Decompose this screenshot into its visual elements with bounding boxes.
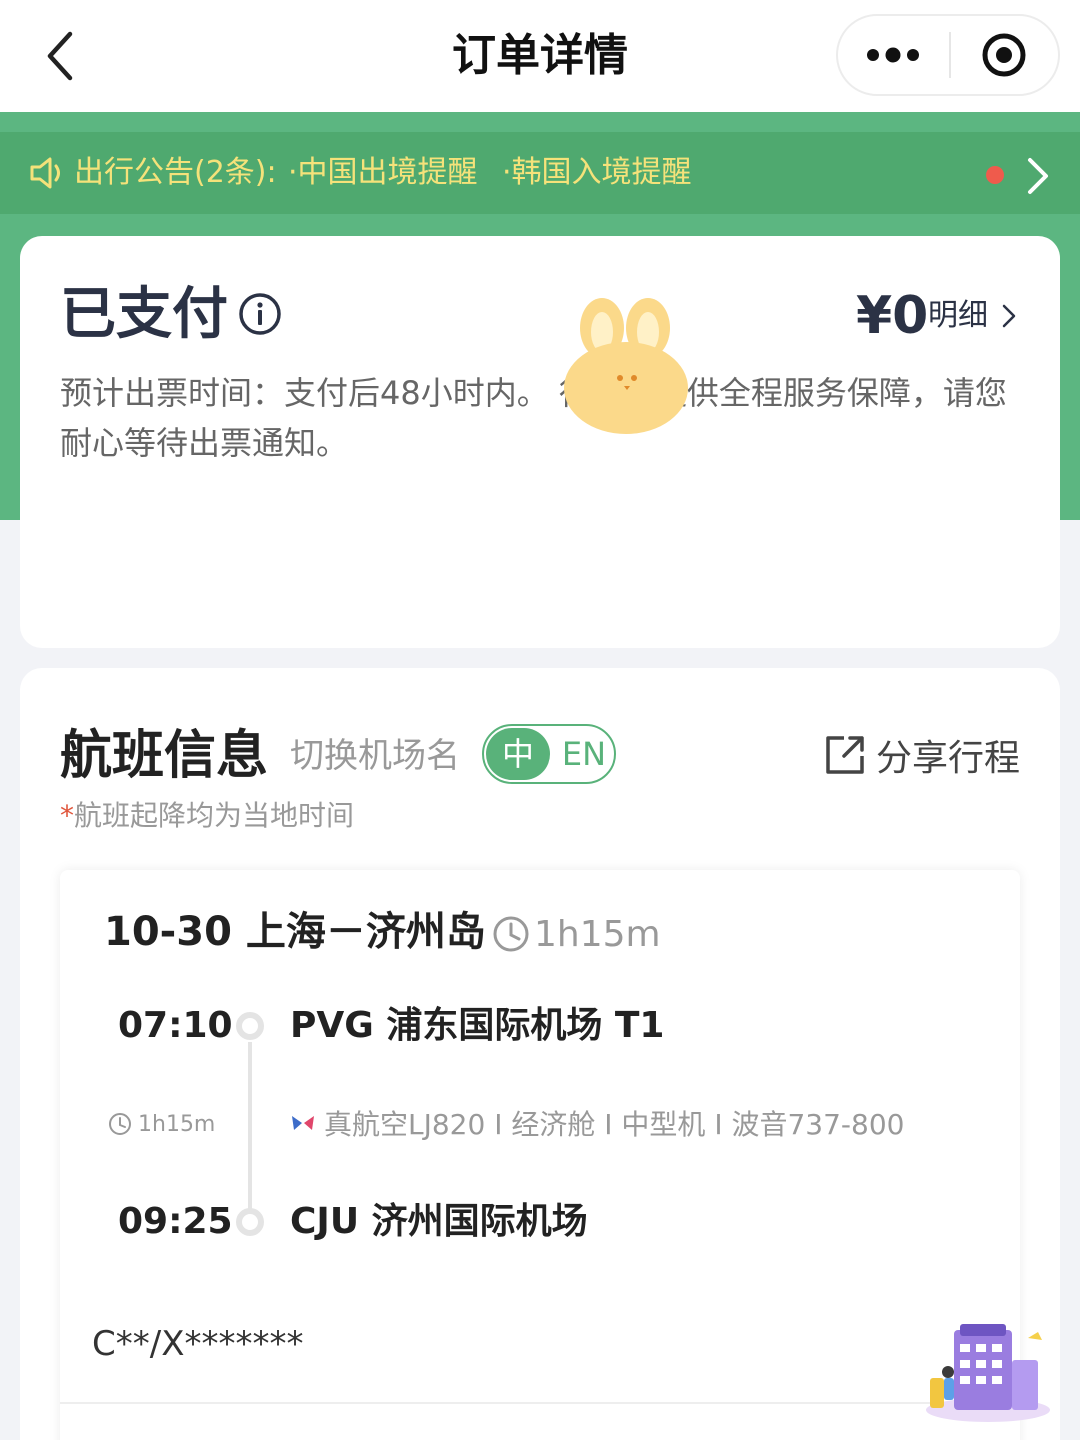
local-time-note: *航班起降均为当地时间: [60, 796, 354, 836]
notice-item-china-exit[interactable]: ·中国出境提醒: [288, 150, 478, 196]
rabbit-sticker-icon: [564, 298, 688, 434]
depart-airport: PVG 浦东国际机场 T1: [290, 1005, 665, 1046]
depart-node: [236, 1012, 264, 1040]
lang-option-zh[interactable]: 中: [486, 728, 550, 780]
timeline-line: [248, 1042, 252, 1212]
chevron-right-icon[interactable]: [998, 300, 1020, 332]
segment-duration-text: 1h15m: [534, 913, 661, 955]
unread-dot: [986, 166, 1004, 184]
order-price: ¥0: [856, 286, 929, 346]
arrive-time: 09:25: [118, 1201, 233, 1242]
navbar: 订单详情: [0, 0, 1080, 112]
airport-language-toggle[interactable]: 中 EN: [482, 724, 616, 784]
clock-icon: [493, 916, 529, 952]
hotel-icon[interactable]: [918, 1320, 1058, 1424]
flight-details-text: 真航空LJ820 I 经济舱 I 中型机 I 波音737-800: [324, 1108, 905, 1141]
mini-program-capsule: [836, 14, 1060, 96]
target-close-icon: [982, 33, 1026, 77]
note-text: 航班起降均为当地时间: [74, 799, 355, 832]
flight-info-card: 航班信息 切换机场名 中 EN 分享行程 *航班起降均为当地时间 10-30 上…: [20, 668, 1060, 1440]
segment-divider: [60, 1402, 1020, 1404]
passenger-name: C**/X*******: [92, 1324, 304, 1364]
arrive-node: [236, 1208, 264, 1236]
speaker-icon: [30, 157, 60, 189]
segment-date-route: 10-30 上海－济州岛: [104, 909, 486, 955]
status-title: 已支付: [60, 282, 228, 347]
note-asterisk: *: [60, 799, 74, 832]
close-miniprogram-button[interactable]: [951, 16, 1058, 94]
segment-duration: 1h15m: [492, 910, 661, 958]
flight-duration: 1h15m: [108, 1106, 215, 1142]
flight-segment[interactable]: 10-30 上海－济州岛 1h15m 07:10 PVG 浦东国际机场 T1 1…: [60, 870, 1020, 1440]
ticket-issue-description: 预计出票时间：支付后48小时内。 行为您提供全程服务保障，请您耐心等待出票通知。: [60, 374, 1007, 462]
more-dots-icon: [867, 47, 920, 63]
lang-option-en[interactable]: EN: [554, 728, 614, 780]
back-arrow-icon: [47, 31, 73, 81]
back-button[interactable]: [30, 26, 90, 86]
switch-airport-label: 切换机场名: [290, 736, 460, 776]
section-title: 航班信息: [60, 726, 269, 786]
share-label: 分享行程: [876, 738, 1021, 779]
notice-label: 出行公告(2条):: [74, 155, 277, 190]
travel-notice-bar[interactable]: 出行公告(2条): ·中国出境提醒 ·韩国入境提醒: [0, 132, 1080, 214]
more-button[interactable]: [838, 16, 949, 94]
flight-details: 真航空LJ820 I 经济舱 I 中型机 I 波音737-800: [290, 1102, 904, 1144]
notice-item-korea-entry[interactable]: ·韩国入境提醒: [502, 150, 692, 196]
flight-duration-text: 1h15m: [138, 1111, 216, 1137]
order-status-card: 已支付 ¥0 明细 预计出票时间：支付后48小时内。 行为您提供全程服务保障，请…: [20, 236, 1060, 648]
share-itinerary-button[interactable]: 分享行程: [824, 728, 1020, 782]
info-icon[interactable]: [238, 292, 282, 336]
depart-time: 07:10: [118, 1005, 233, 1046]
chevron-right-icon[interactable]: [1020, 156, 1054, 196]
share-icon: [826, 736, 864, 774]
airline-logo-icon: [292, 1116, 314, 1130]
clock-icon: [109, 1113, 131, 1135]
arrive-airport: CJU 济州国际机场: [290, 1201, 588, 1242]
price-detail-link[interactable]: 明细: [928, 294, 988, 338]
